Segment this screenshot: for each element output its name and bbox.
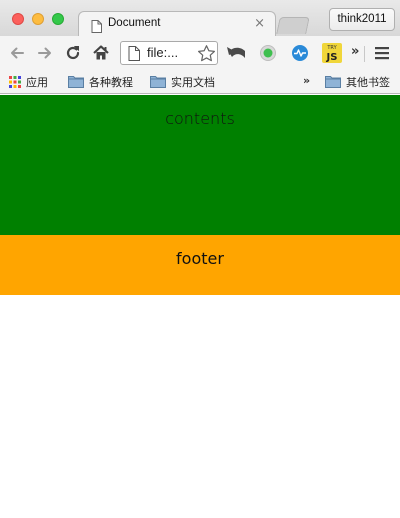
js-extension-sub-text: TRY — [326, 45, 337, 51]
minimize-window-button[interactable] — [32, 13, 44, 25]
tab-title: Document — [108, 17, 161, 29]
address-bar[interactable]: file:... — [120, 41, 218, 65]
page-icon — [128, 46, 140, 65]
new-tab-button[interactable] — [276, 17, 310, 34]
bookmark-folder-docs[interactable]: 实用文档 — [150, 74, 215, 90]
bookmark-folder-label: 实用文档 — [171, 76, 215, 89]
tab-close-icon[interactable]: × — [254, 16, 265, 31]
apps-label: 应用 — [26, 76, 48, 89]
undo-extension-icon[interactable] — [226, 43, 245, 61]
url-text: file:... — [147, 45, 179, 60]
bookmark-folder-tutorials[interactable]: 各种教程 — [68, 74, 133, 90]
title-bar: Document × think2011 — [0, 0, 400, 37]
contents-label: contents — [165, 109, 235, 128]
toolbar-overflow-chevron[interactable]: » — [351, 44, 359, 59]
bookmark-star-icon[interactable] — [197, 44, 216, 67]
footer-section: footer — [0, 235, 400, 295]
js-extension-text: JS — [326, 52, 338, 63]
browser-tab[interactable]: Document × — [78, 11, 276, 37]
apps-shortcut[interactable]: 应用 — [9, 74, 48, 90]
menu-icon[interactable] — [374, 44, 392, 62]
contents-section: contents — [0, 95, 400, 235]
folder-icon — [325, 73, 341, 92]
forward-arrow-icon[interactable] — [36, 44, 54, 62]
bookmarks-bar: 应用 各种教程 实用文档 » 其他书签 — [0, 70, 400, 94]
close-window-button[interactable] — [12, 13, 24, 25]
apps-grid-icon — [9, 73, 21, 92]
toolbar-separator — [364, 46, 365, 62]
bookmark-folder-label: 各种教程 — [89, 76, 133, 89]
footer-label: footer — [176, 249, 224, 268]
reload-icon[interactable] — [64, 44, 82, 62]
other-bookmarks-folder[interactable]: 其他书签 — [325, 74, 390, 90]
pulse-extension-icon[interactable] — [291, 44, 309, 62]
bookmarks-overflow-chevron[interactable]: » — [303, 74, 310, 87]
profile-button[interactable]: think2011 — [329, 8, 395, 31]
document-icon — [91, 18, 102, 37]
back-arrow-icon[interactable] — [8, 44, 26, 62]
green-dot-extension-icon[interactable] — [259, 44, 277, 62]
home-icon[interactable] — [92, 44, 110, 62]
zoom-window-button[interactable] — [52, 13, 64, 25]
browser-toolbar: file:... TRY JS » — [0, 36, 400, 70]
folder-icon — [150, 73, 166, 92]
folder-icon — [68, 73, 84, 92]
other-bookmarks-label: 其他书签 — [346, 76, 390, 89]
js-extension-icon[interactable]: TRY JS — [321, 42, 343, 64]
